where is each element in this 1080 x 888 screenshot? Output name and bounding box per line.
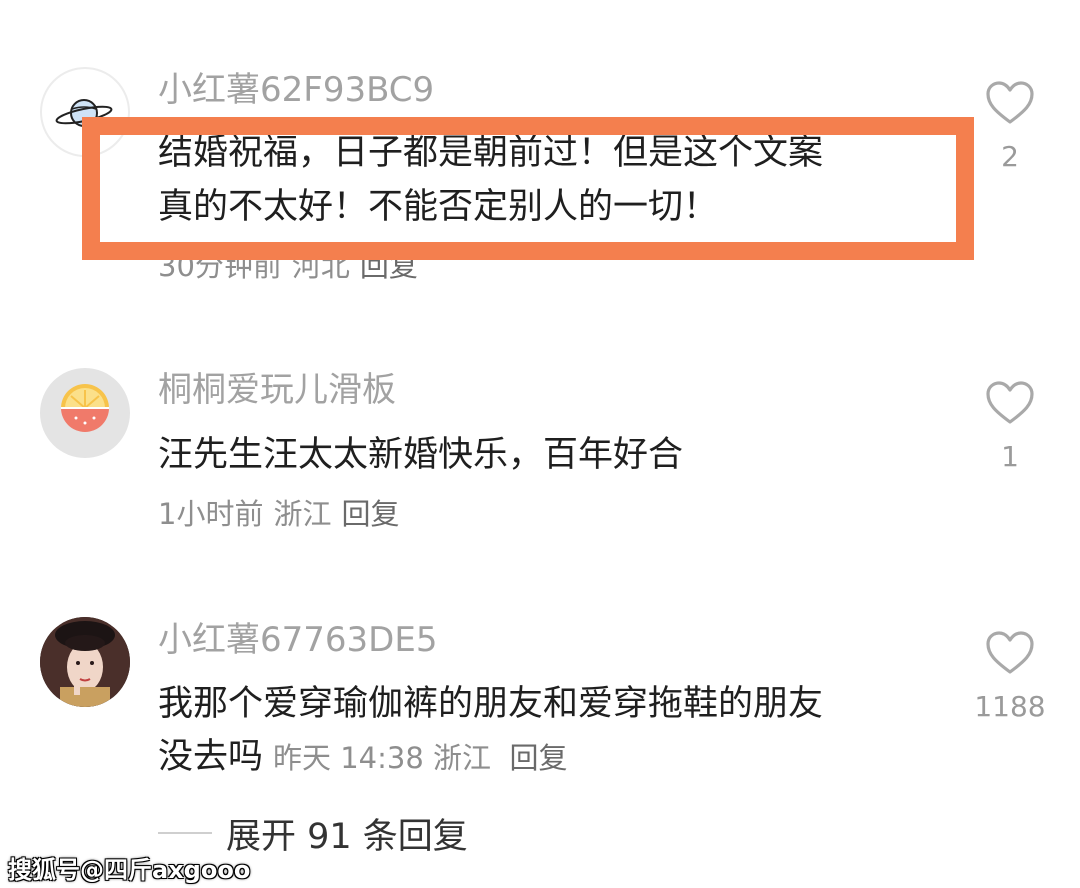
watermark: 搜狐号@四斤axgooo — [8, 856, 251, 884]
expand-divider — [158, 832, 212, 834]
comment-location: 河北 — [291, 249, 350, 283]
comment-username[interactable]: 小红薯62F93BC9 — [158, 70, 434, 110]
avatar[interactable] — [40, 67, 130, 157]
comment-username[interactable]: 小红薯67763DE5 — [158, 620, 437, 660]
heart-outline-icon — [986, 631, 1034, 674]
comment-section: 小红薯62F93BC9 结婚祝福，日子都是朝前过！但是这个文案 真的不太好！不能… — [0, 0, 1080, 888]
like-button[interactable]: 1 — [960, 380, 1060, 473]
comment-location: 浙江 — [433, 741, 492, 775]
avatar[interactable] — [40, 368, 130, 458]
reply-button[interactable]: 回复 — [509, 741, 567, 775]
orange-slice-icon — [61, 384, 109, 432]
comment-meta: 昨天 14:38 浙江 回复 — [273, 741, 567, 775]
reply-button[interactable]: 回复 — [341, 497, 399, 531]
comment-text-line: 真的不太好！不能否定别人的一切！ — [158, 187, 719, 227]
comment-time: 昨天 14:38 — [273, 741, 424, 775]
comment-text-line-with-meta: 没去吗 昨天 14:38 浙江 回复 — [158, 730, 568, 785]
comment-meta: 1小时前 浙江 回复 — [158, 496, 409, 532]
comment-time: 30分钟前 — [158, 249, 282, 283]
like-button[interactable]: 1188 — [960, 630, 1060, 723]
like-button[interactable]: 2 — [960, 80, 1060, 173]
comment-location: 浙江 — [273, 497, 332, 531]
heart-outline-icon — [986, 381, 1034, 424]
comment-time: 1小时前 — [158, 497, 264, 531]
portrait-photo — [40, 617, 130, 707]
comment-text-line: 没去吗 — [158, 737, 264, 777]
avatar[interactable] — [40, 617, 130, 707]
reply-button[interactable]: 回复 — [360, 249, 418, 283]
comment-text-line: 我那个爱穿瑜伽裤的朋友和爱穿拖鞋的朋友 — [158, 684, 824, 724]
comment-username[interactable]: 桐桐爱玩儿滑板 — [158, 370, 396, 410]
comment-text-line: 结婚祝福，日子都是朝前过！但是这个文案 — [158, 133, 824, 173]
comment-text-line: 汪先生汪太太新婚快乐，百年好合 — [158, 435, 684, 475]
like-count: 2 — [1001, 140, 1019, 173]
heart-outline-icon — [986, 81, 1034, 124]
planet-icon — [55, 99, 113, 127]
like-count: 1 — [1001, 440, 1019, 473]
comment-meta: 30分钟前 河北 回复 — [158, 248, 428, 284]
like-count: 1188 — [974, 690, 1046, 723]
expand-replies-label: 展开 91 条回复 — [226, 816, 468, 857]
